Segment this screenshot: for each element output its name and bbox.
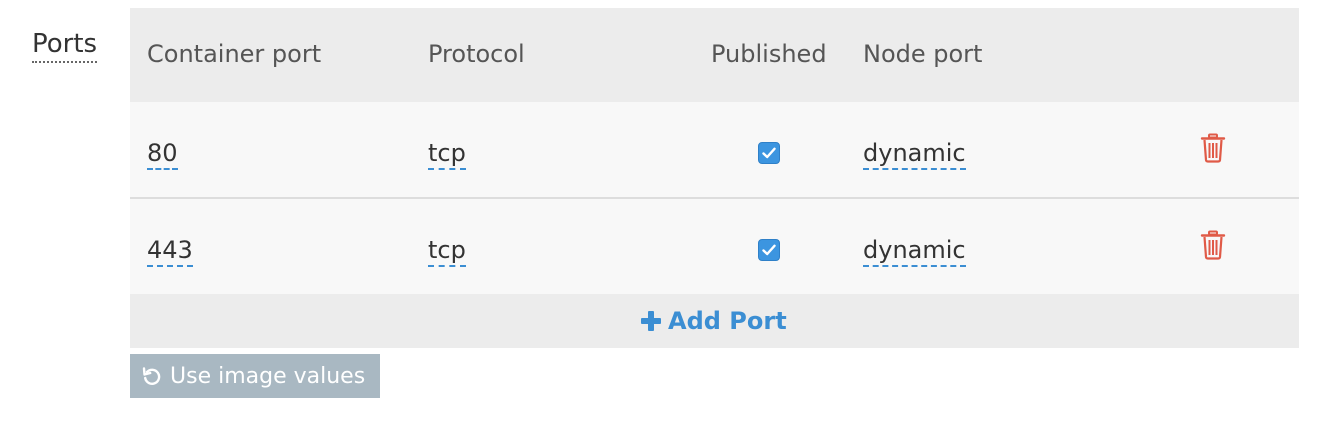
header-node-port: Node port (863, 40, 983, 68)
table-header: Container port Protocol Published Node p… (130, 8, 1299, 102)
published-checkbox[interactable] (758, 142, 780, 164)
use-image-values-label: Use image values (170, 363, 366, 389)
header-protocol: Protocol (428, 40, 525, 68)
check-icon (762, 244, 776, 256)
container-port-field[interactable]: 80 (147, 138, 178, 170)
container-port-field[interactable]: 443 (147, 235, 193, 267)
check-icon (762, 147, 776, 159)
add-port-row: Add Port (130, 294, 1299, 348)
node-port-field[interactable]: dynamic (863, 138, 966, 170)
table-row: 80 tcp dynamic (130, 102, 1299, 199)
header-container-port: Container port (147, 40, 322, 68)
plus-icon (641, 311, 661, 331)
table-row: 443 tcp dynamic (130, 199, 1299, 294)
add-port-label: Add Port (668, 307, 787, 335)
protocol-field[interactable]: tcp (428, 138, 466, 170)
trash-icon[interactable] (1200, 230, 1226, 260)
published-checkbox[interactable] (758, 239, 780, 261)
header-published: Published (711, 40, 827, 68)
add-port-button[interactable]: Add Port (640, 304, 787, 338)
use-image-values-button[interactable]: Use image values (130, 354, 380, 398)
undo-icon (142, 367, 161, 385)
ports-section-label: Ports (32, 28, 98, 63)
ports-table: Container port Protocol Published Node p… (130, 8, 1299, 348)
node-port-field[interactable]: dynamic (863, 235, 966, 267)
protocol-field[interactable]: tcp (428, 235, 466, 267)
trash-icon[interactable] (1200, 133, 1226, 163)
